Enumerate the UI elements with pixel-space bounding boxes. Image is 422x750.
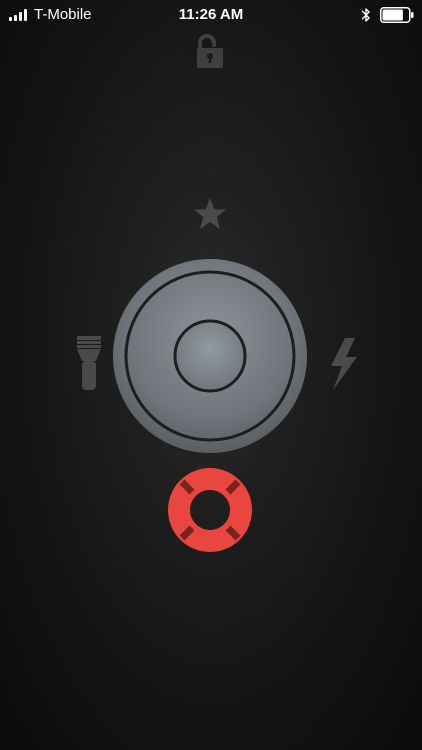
- power-knob-button[interactable]: [111, 257, 309, 455]
- flashlight-icon[interactable]: [76, 336, 102, 392]
- battery-icon: [380, 7, 414, 23]
- star-icon[interactable]: [193, 197, 227, 231]
- unlocked-padlock-icon[interactable]: [195, 33, 225, 69]
- status-time: 11:26 AM: [178, 6, 244, 23]
- flashlight-app-screen: T-Mobile 11:26 AM: [0, 0, 422, 750]
- bluetooth-icon: [361, 8, 370, 22]
- lightning-bolt-icon[interactable]: [327, 338, 359, 390]
- sos-life-ring-icon[interactable]: [165, 465, 255, 555]
- status-bar: T-Mobile 11:26 AM: [0, 0, 422, 30]
